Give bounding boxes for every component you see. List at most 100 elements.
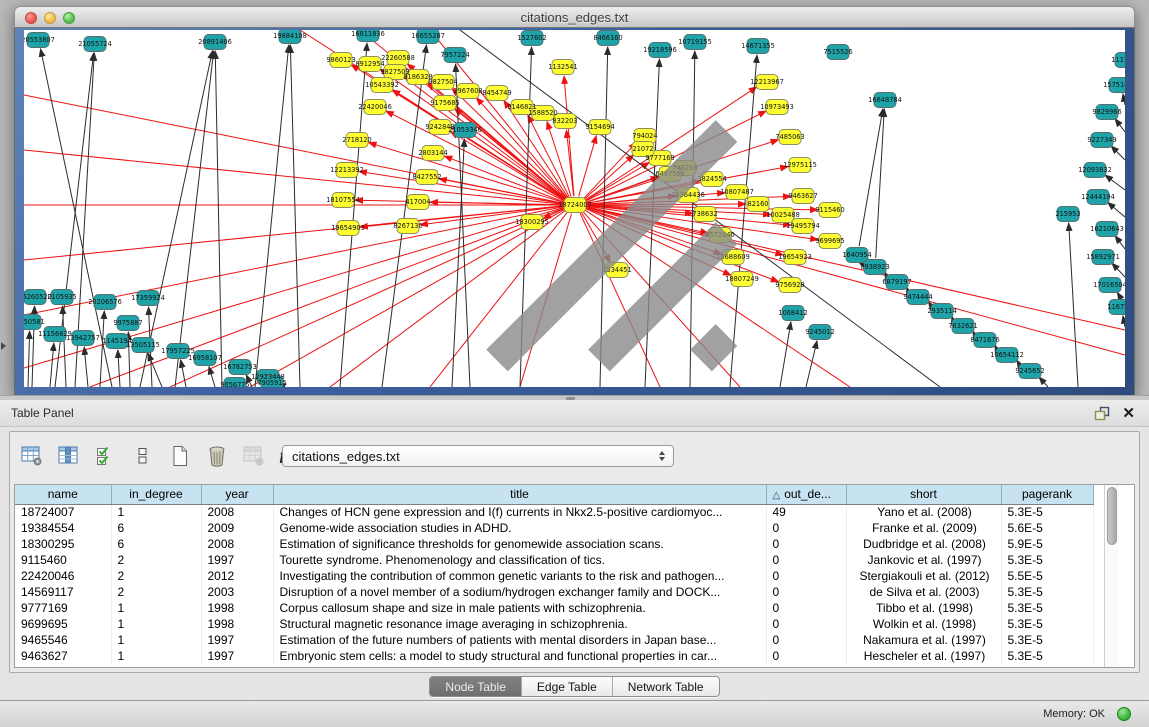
table-cell: Disruption of a novel member of a sodium… — [273, 584, 766, 600]
table-cell: 1 — [111, 632, 201, 648]
table-cell: 0 — [766, 648, 846, 664]
table-cell: 9465546 — [15, 632, 111, 648]
table-cell: 5.5E-5 — [1001, 568, 1093, 584]
table-row[interactable]: 2242004622012Investigating the contribut… — [15, 568, 1093, 584]
table-cell: 0 — [766, 552, 846, 568]
table-settings-icon[interactable] — [20, 444, 44, 468]
resize-grip-icon[interactable] — [24, 30, 1124, 386]
tab-edge-table[interactable]: Edge Table — [521, 677, 612, 696]
table-row[interactable]: 977716911998Corpus callosum shape and si… — [15, 600, 1093, 616]
table-vertical-scrollbar[interactable] — [1104, 485, 1119, 667]
table-cell: 0 — [766, 584, 846, 600]
table-cell: Changes of HCN gene expression and I(f) … — [273, 504, 766, 520]
table-selector-dropdown[interactable]: citations_edges.txt — [282, 445, 674, 467]
table-cell: Corpus callosum shape and size in male p… — [273, 600, 766, 616]
table-cell: 2009 — [201, 520, 273, 536]
column-header-in-degree[interactable]: in_degree — [111, 485, 201, 504]
window-title: citations_edges.txt — [15, 10, 1134, 25]
table-cell: 6 — [111, 536, 201, 552]
table-cell: Nakamura et al. (1997) — [846, 632, 1001, 648]
table-row[interactable]: 1830029562008Estimation of significance … — [15, 536, 1093, 552]
column-checklist-icon[interactable] — [94, 444, 118, 468]
network-window: citations_edges.txt 18724007183002959860… — [14, 6, 1135, 396]
table-cell: 5.9E-5 — [1001, 536, 1093, 552]
trash-icon[interactable] — [205, 444, 229, 468]
dropdown-arrows-icon — [659, 451, 673, 461]
table-cell: 9777169 — [15, 600, 111, 616]
close-panel-icon[interactable]: ✕ — [1122, 406, 1135, 421]
table-cell: 18724007 — [15, 504, 111, 520]
table-cell: 0 — [766, 616, 846, 632]
table-cell: 19384554 — [15, 520, 111, 536]
table-cell: 49 — [766, 504, 846, 520]
table-cell: 1997 — [201, 552, 273, 568]
new-document-icon[interactable] — [168, 444, 192, 468]
table-cell: 18300295 — [15, 536, 111, 552]
table-row[interactable]: 1938455462009Genome-wide association stu… — [15, 520, 1093, 536]
table-row[interactable]: 1456911722003Disruption of a novel membe… — [15, 584, 1093, 600]
table-cell: Hescheler et al. (1997) — [846, 648, 1001, 664]
column-header-year[interactable]: year — [201, 485, 273, 504]
show-columns-icon[interactable] — [57, 444, 81, 468]
node-table: namein_degreeyeartitle△out_de...shortpag… — [14, 484, 1135, 668]
table-cell: Tourette syndrome. Phenomenology and cla… — [273, 552, 766, 568]
table-cell: 5.3E-5 — [1001, 616, 1093, 632]
table-cell: Stergiakouli et al. (2012) — [846, 568, 1001, 584]
memory-ok-indicator-icon[interactable] — [1117, 707, 1131, 721]
table-cell: 2003 — [201, 584, 273, 600]
table-cell: Jankovic et al. (1997) — [846, 552, 1001, 568]
delete-table-icon — [242, 444, 266, 468]
table-row[interactable]: 1872400712008Changes of HCN gene express… — [15, 504, 1093, 520]
table-cell: 1 — [111, 648, 201, 664]
table-cell: 2 — [111, 584, 201, 600]
table-panel-titlebar: Table Panel ✕ — [0, 400, 1149, 427]
tab-network-table[interactable]: Network Table — [612, 677, 719, 696]
tab-node-table[interactable]: Node Table — [430, 677, 521, 696]
table-row[interactable]: 969969511998Structural magnetic resonanc… — [15, 616, 1093, 632]
table-cell: 5.3E-5 — [1001, 648, 1093, 664]
status-bar: Memory: OK — [0, 700, 1149, 727]
table-cell: 9463627 — [15, 648, 111, 664]
table-header-row[interactable]: namein_degreeyeartitle△out_de...shortpag… — [15, 485, 1093, 504]
column-header-out-de-[interactable]: △out_de... — [766, 485, 846, 504]
table-cell: 5.6E-5 — [1001, 520, 1093, 536]
table-cell: 2 — [111, 568, 201, 584]
table-cell: 0 — [766, 536, 846, 552]
table-row[interactable]: 911546021997Tourette syndrome. Phenomeno… — [15, 552, 1093, 568]
table-row[interactable]: 946362711997Embryonic stem cells: a mode… — [15, 648, 1093, 664]
table-cell: Genome-wide association studies in ADHD. — [273, 520, 766, 536]
table-cell: 1998 — [201, 616, 273, 632]
float-panel-icon[interactable] — [1094, 406, 1110, 421]
table-cell: 2008 — [201, 504, 273, 520]
table-row[interactable]: 946554611997Estimation of the future num… — [15, 632, 1093, 648]
column-header-pagerank[interactable]: pagerank — [1001, 485, 1093, 504]
table-cell: de Silva et al. (2003) — [846, 584, 1001, 600]
table-cell: 1 — [111, 504, 201, 520]
table-cell: Estimation of the future numbers of pati… — [273, 632, 766, 648]
table-cell: Structural magnetic resonance image aver… — [273, 616, 766, 632]
memory-status-label: Memory: OK — [1043, 708, 1105, 720]
scrollbar-thumb[interactable] — [1107, 487, 1117, 545]
collapsed-panel-arrow-icon[interactable] — [1, 342, 6, 350]
table-cell: 5.3E-5 — [1001, 504, 1093, 520]
table-cell: 5.3E-5 — [1001, 552, 1093, 568]
table-cell: Estimation of significance thresholds fo… — [273, 536, 766, 552]
table-panel-title: Table Panel — [0, 406, 74, 420]
column-header-title[interactable]: title — [273, 485, 766, 504]
table-cell: 9115460 — [15, 552, 111, 568]
table-selector-value: citations_edges.txt — [283, 449, 659, 464]
rows-icon[interactable] — [131, 444, 155, 468]
table-cell: Yano et al. (2008) — [846, 504, 1001, 520]
network-frame: 1872400718300295986012389129542226058898… — [14, 28, 1135, 396]
column-header-short[interactable]: short — [846, 485, 1001, 504]
column-header-name[interactable]: name — [15, 485, 111, 504]
table-cell: 0 — [766, 600, 846, 616]
table-cell: 0 — [766, 568, 846, 584]
table-cell: 9699695 — [15, 616, 111, 632]
window-titlebar[interactable]: citations_edges.txt — [14, 6, 1135, 28]
table-cell: Investigating the contribution of common… — [273, 568, 766, 584]
network-canvas[interactable]: 1872400718300295986012389129542226058898… — [24, 30, 1125, 387]
table-cell: 14569117 — [15, 584, 111, 600]
table-cell: 1 — [111, 616, 201, 632]
table-panel-body: f(x) citations_edges.txt namein_degreeye… — [9, 431, 1140, 673]
